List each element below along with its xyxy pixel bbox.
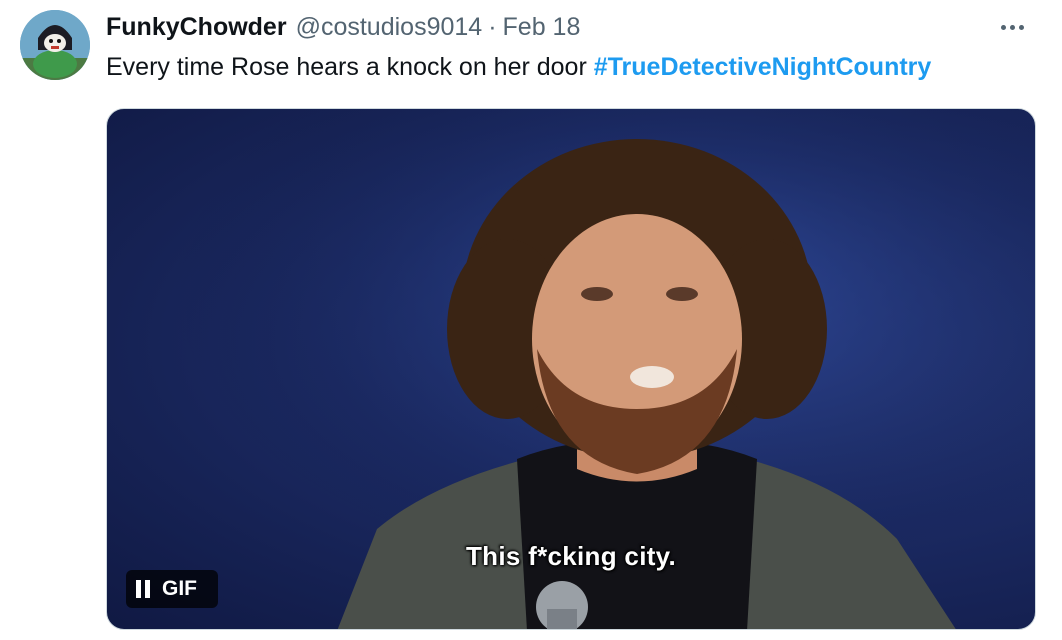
separator-dot: · [488, 12, 497, 41]
tweet-body-text: Every time Rose hears a knock on her doo… [106, 53, 587, 81]
tweet-date[interactable]: Feb 18 [503, 13, 581, 42]
gif-media[interactable]: This f*cking city. [106, 108, 1036, 630]
user-handle[interactable]: @costudios9014 [296, 13, 483, 42]
tweet-text: Every time Rose hears a knock on her doo… [106, 50, 1042, 84]
tweet-header: FunkyChowder @costudios9014 · Feb 18 [106, 10, 1032, 44]
avatar-illustration [20, 10, 90, 80]
hashtag-link[interactable]: #TrueDetectiveNightCountry [594, 53, 932, 81]
gif-badge-label: GIF [162, 577, 197, 600]
pause-icon [136, 580, 150, 598]
gif-pause-button[interactable]: GIF [126, 570, 218, 608]
avatar[interactable] [20, 10, 90, 80]
gif-caption: This f*cking city. [465, 541, 677, 571]
display-name[interactable]: FunkyChowder [106, 13, 287, 42]
more-options-icon[interactable] [992, 10, 1032, 44]
